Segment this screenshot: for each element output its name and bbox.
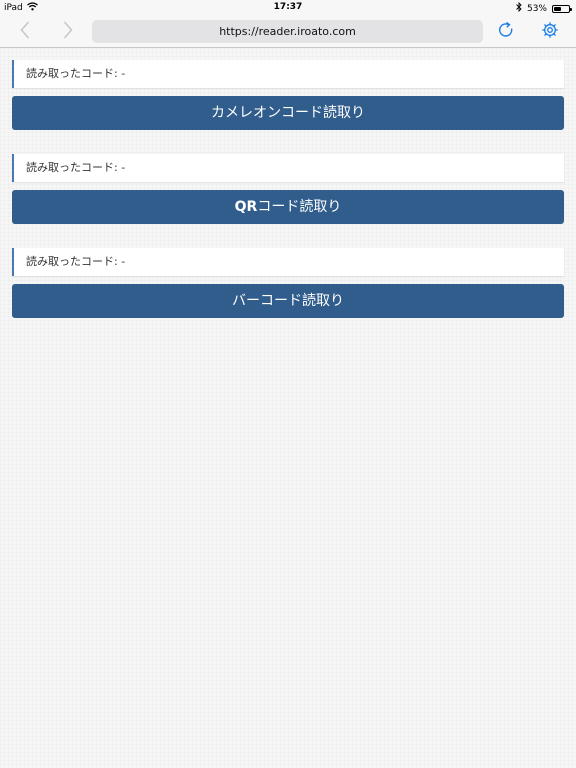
settings-button[interactable] — [540, 22, 560, 42]
battery-percent: 53% — [526, 3, 547, 14]
barcode-block: 読み取ったコード: - バーコード読取り — [12, 248, 564, 318]
status-time: 17:37 — [273, 2, 303, 12]
gear-icon — [541, 21, 559, 43]
read-code-label: 読み取ったコード: - — [12, 60, 564, 88]
bluetooth-icon — [516, 1, 522, 15]
qr-code-read-button[interactable]: QRコード読取り — [12, 190, 564, 224]
forward-button[interactable] — [58, 21, 78, 43]
read-code-label: 読み取ったコード: - — [12, 154, 564, 182]
chameleon-code-block: 読み取ったコード: - カメレオンコード読取り — [12, 60, 564, 130]
reload-icon — [497, 21, 515, 43]
chameleon-code-read-button[interactable]: カメレオンコード読取り — [12, 96, 564, 130]
browser-toolbar: https://reader.iroato.com — [0, 16, 576, 48]
back-arrow-icon — [20, 21, 30, 43]
qr-button-text: コード読取り — [257, 199, 342, 215]
battery-icon — [552, 4, 572, 13]
battery-fill — [554, 6, 562, 11]
qr-button-prefix: QR — [234, 199, 258, 215]
url-field[interactable]: https://reader.iroato.com — [92, 20, 483, 43]
back-button[interactable] — [15, 21, 35, 43]
reader-list: 読み取ったコード: - カメレオンコード読取り 読み取ったコード: - QRコー… — [12, 60, 564, 342]
barcode-read-button[interactable]: バーコード読取り — [12, 284, 564, 318]
forward-arrow-icon — [63, 21, 73, 43]
status-right: 53% — [516, 1, 572, 15]
status-bar: iPad 17:37 53% — [0, 0, 576, 16]
qr-code-block: 読み取ったコード: - QRコード読取り — [12, 154, 564, 224]
reload-button[interactable] — [496, 21, 516, 43]
read-code-label: 読み取ったコード: - — [12, 248, 564, 276]
